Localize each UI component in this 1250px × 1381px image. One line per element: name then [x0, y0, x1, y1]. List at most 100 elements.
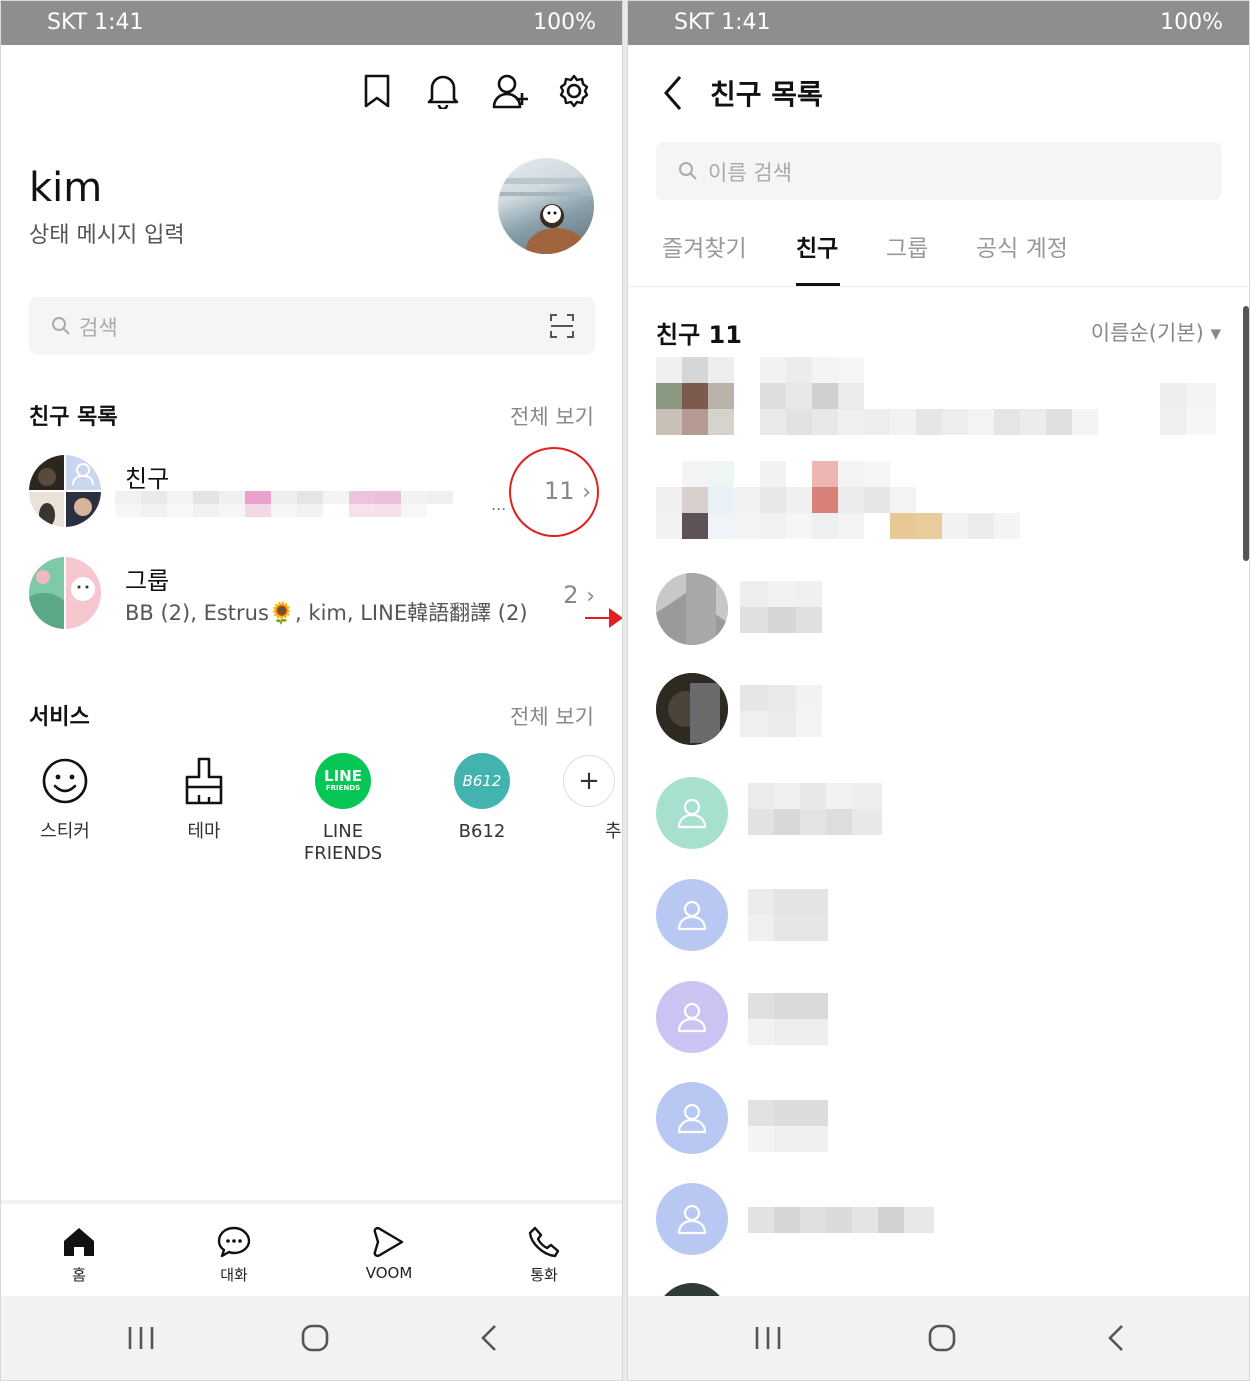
tab-call[interactable]: 통화	[504, 1224, 584, 1285]
tab-label: 통화	[530, 1266, 558, 1284]
service-add[interactable]: + 추	[561, 753, 622, 843]
b612-logo: B612	[454, 753, 510, 809]
blurred-friend-name	[748, 889, 828, 941]
carrier-time: SKT 1:41	[674, 10, 771, 35]
add-friend-icon[interactable]	[491, 71, 531, 111]
system-nav-bar	[628, 1296, 1249, 1380]
friends-see-all-link[interactable]: 전체 보기	[510, 401, 594, 431]
friend-list-screen: SKT 1:41 100% 친구 목록 이름 검색 즐겨찾기 친구 그룹 공식 …	[627, 0, 1250, 1381]
tab-label: VOOM	[365, 1264, 413, 1282]
blurred-friend-entries	[656, 357, 1222, 547]
service-label: 테마	[187, 821, 221, 842]
phone-icon	[504, 1224, 584, 1260]
friend-list-item[interactable]	[656, 573, 1222, 653]
service-label: 스티커	[40, 821, 90, 842]
search-placeholder: 검색	[79, 316, 118, 340]
groups-members: BB (2), Estrus🌻, kim, LINE韓語翻譯 (2)	[125, 601, 528, 625]
friends-ellipsis: ...	[491, 495, 507, 514]
default-avatar-icon	[656, 879, 728, 951]
back-button-icon[interactable]	[1086, 1314, 1146, 1362]
annotation-arrow	[585, 608, 622, 628]
tab-friends[interactable]: 친구	[796, 229, 838, 263]
scan-icon[interactable]	[549, 313, 575, 339]
blurred-friend-name	[748, 1207, 934, 1233]
bottom-tab-bar: 홈 대화 VOOM 통화	[1, 1200, 622, 1298]
chat-icon	[194, 1224, 274, 1260]
friend-list-tabs: 즐겨찾기 친구 그룹 공식 계정	[628, 221, 1249, 287]
tab-home[interactable]: 홈	[39, 1224, 119, 1285]
service-b612[interactable]: B612 B612	[432, 753, 532, 843]
line-logo-text: LINE	[324, 767, 362, 785]
friends-row-title: 친구	[125, 465, 170, 493]
friend-list-item[interactable]	[656, 777, 1222, 857]
friend-list-item[interactable]	[656, 1183, 1222, 1263]
service-label: LINE FRIENDS	[303, 821, 383, 864]
profile-avatar[interactable]	[498, 158, 594, 254]
battery-level: 100%	[1160, 10, 1223, 35]
back-button-icon[interactable]	[459, 1314, 519, 1362]
status-message[interactable]: 상태 메시지 입력	[29, 217, 185, 249]
status-bar: SKT 1:41 100%	[628, 1, 1249, 45]
home-screen: SKT 1:41 100% kim 상태 메시지 입력 검색 친구 목록 전체 …	[0, 0, 623, 1381]
highlight-circle	[509, 447, 599, 537]
service-sticker[interactable]: 스티커	[15, 753, 115, 843]
blurred-friend-names	[115, 491, 485, 517]
groups-collage-avatar	[29, 557, 101, 629]
bookmark-icon[interactable]	[357, 71, 397, 111]
smiley-icon	[37, 753, 93, 809]
friend-list-item[interactable]	[656, 879, 1222, 959]
default-avatar-icon	[656, 1082, 728, 1154]
bell-icon[interactable]	[423, 71, 463, 111]
profile-name[interactable]: kim	[29, 165, 102, 211]
line-friends-logo: LINE FRIENDS	[315, 753, 371, 809]
service-label: B612	[458, 821, 506, 842]
b612-logo-text: B612	[454, 753, 510, 809]
active-tab-indicator	[796, 283, 840, 286]
search-placeholder: 이름 검색	[708, 161, 792, 185]
line-logo-sub: FRIENDS	[325, 784, 361, 792]
groups-row[interactable]: 그룹 BB (2), Estrus🌻, kim, LINE韓語翻譯 (2) 2 …	[29, 557, 595, 637]
blurred-friend-name	[740, 685, 822, 737]
tab-official-accounts[interactable]: 공식 계정	[976, 229, 1068, 263]
friend-list-item[interactable]	[656, 981, 1222, 1061]
blurred-friend-name	[748, 993, 828, 1045]
blurred-friend-name	[740, 581, 822, 633]
friend-avatar	[656, 573, 728, 645]
friend-list-item[interactable]	[656, 1082, 1222, 1162]
tab-voom[interactable]: VOOM	[349, 1224, 429, 1282]
tab-favorites[interactable]: 즐겨찾기	[662, 229, 747, 263]
name-search-input[interactable]: 이름 검색	[656, 142, 1222, 200]
battery-level: 100%	[533, 10, 596, 35]
recent-apps-icon[interactable]	[738, 1314, 798, 1362]
default-avatar-icon	[656, 981, 728, 1053]
scrollbar[interactable]	[1243, 306, 1249, 561]
system-nav-bar	[1, 1296, 622, 1380]
default-avatar-icon	[656, 1183, 728, 1255]
plus-icon: +	[561, 753, 617, 809]
sort-dropdown[interactable]: 이름순(기본) ▾	[1091, 317, 1221, 347]
gear-icon[interactable]	[554, 71, 594, 111]
services-see-all-link[interactable]: 전체 보기	[510, 701, 594, 731]
friend-avatar	[656, 673, 728, 745]
home-button-icon[interactable]	[285, 1314, 345, 1362]
service-line-friends[interactable]: LINE FRIENDS LINE FRIENDS	[293, 753, 393, 865]
friend-list-item[interactable]	[656, 673, 1222, 753]
tab-label: 대화	[220, 1266, 248, 1284]
home-icon	[39, 1224, 119, 1260]
recent-apps-icon[interactable]	[111, 1314, 171, 1362]
blurred-friend-name	[748, 1100, 828, 1152]
default-avatar-icon	[656, 777, 728, 849]
voom-icon	[349, 1224, 429, 1260]
page-title: 친구 목록	[710, 78, 823, 111]
services-section-title: 서비스	[29, 705, 90, 730]
search-input[interactable]: 검색	[29, 297, 595, 355]
friends-count-label: 친구 11	[656, 321, 742, 349]
service-theme[interactable]: 테마	[154, 753, 254, 843]
partial-friend-avatar	[656, 1283, 728, 1297]
friends-collage-avatar	[29, 455, 101, 527]
tab-groups[interactable]: 그룹	[886, 229, 928, 263]
home-button-icon[interactable]	[912, 1314, 972, 1362]
brush-icon	[176, 753, 232, 809]
tab-chat[interactable]: 대화	[194, 1224, 274, 1285]
back-arrow-icon[interactable]	[658, 73, 688, 113]
